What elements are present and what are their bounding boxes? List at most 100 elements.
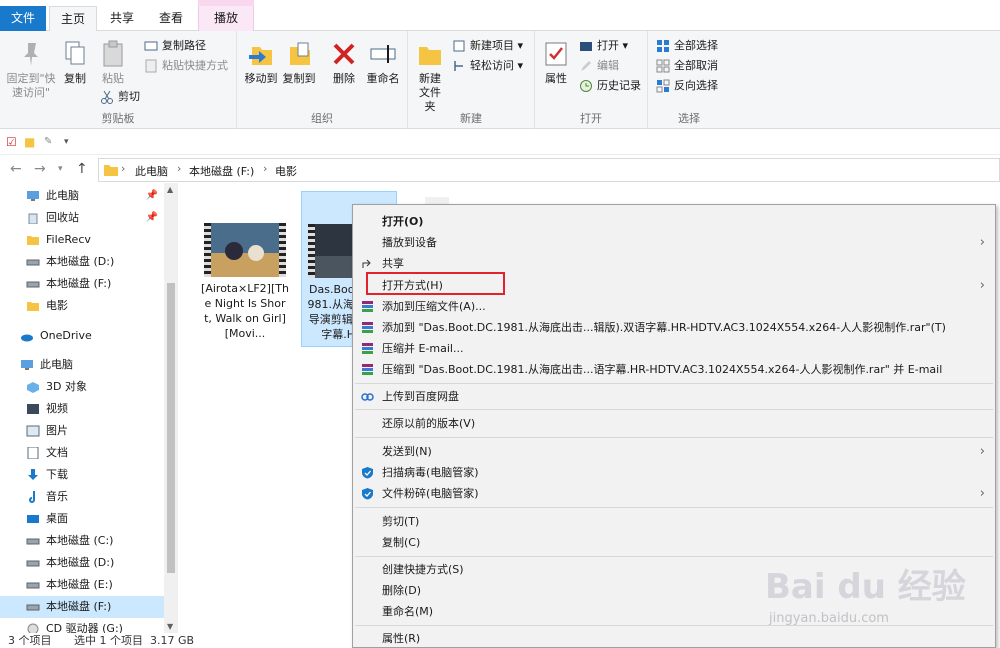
sidebar-item-label: FileRecv [46,233,91,246]
forward-arrow-icon[interactable]: → [34,161,46,177]
menu-item-open[interactable]: 打开(O) [353,211,995,232]
copy-folder-icon [284,39,314,69]
sidebar-item-label: 本地磁盘 (D:) [46,255,115,268]
copy-path-button[interactable]: 复制路径 [144,37,206,55]
file-name: [Airota×LF2][The Night Is Short, Walk on… [201,282,289,340]
back-arrow-icon[interactable]: ← [10,161,22,177]
scissors-icon [100,90,114,104]
menu-item-label: 共享 [382,257,404,270]
copy-to-button[interactable]: 复制到 [281,39,317,86]
edit-button[interactable]: 编辑 [579,57,619,75]
tab-view[interactable]: 查看 [147,6,195,31]
menu-item-restore-previous[interactable]: 还原以前的版本(V) [353,413,995,434]
sidebar-item-label: 文档 [46,446,68,459]
sidebar-item-drive-e[interactable]: 本地磁盘 (E:) [0,574,164,596]
sidebar-item-cd-drive[interactable]: CD 驱动器 (G:) [0,618,164,633]
new-item-button[interactable]: 新建项目 ▾ [452,37,523,55]
sidebar-scrollbar[interactable]: ▲ ▼ [164,183,178,633]
breadcrumb-drive-f[interactable]: 本地磁盘 (F:) [189,163,254,179]
breadcrumb-this-pc[interactable]: 此电脑 [135,163,168,179]
sidebar-item-documents[interactable]: 文档 [0,442,164,464]
paste-button[interactable]: 粘贴 [98,39,128,86]
address-bar[interactable]: › 此电脑 › 本地磁盘 (F:) › 电影 [98,158,1000,182]
rename-button[interactable]: 重命名 [363,39,403,86]
sidebar-item-label: 电影 [46,299,68,312]
pin-icon[interactable]: ✎ [44,136,52,147]
pin-icon[interactable]: 📌 [146,185,158,207]
menu-item-create-shortcut[interactable]: 创建快捷方式(S) [353,559,995,580]
scroll-up-icon[interactable]: ▲ [167,185,173,194]
tab-play[interactable]: 播放 [198,6,254,31]
delete-button[interactable]: 删除 [329,39,359,86]
invert-selection-button[interactable]: 反向选择 [656,77,718,95]
group-label-new: 新建 [460,112,482,125]
sidebar-item-drive-d[interactable]: 本地磁盘 (D:) [0,552,164,574]
tab-file[interactable]: 文件 [0,6,46,31]
sidebar-item-onedrive[interactable]: OneDrive [0,325,164,347]
menu-item-cut[interactable]: 剪切(T) [353,511,995,532]
menu-item-add-to-archive[interactable]: 添加到压缩文件(A)... [353,296,995,317]
properties-button[interactable]: 属性 [541,39,571,86]
sidebar-item-drive-f-quick[interactable]: 本地磁盘 (F:) [0,273,164,295]
sidebar-item-label: 视频 [46,402,68,415]
sidebar-item-filerecv[interactable]: FileRecv [0,229,164,251]
cut-button[interactable]: 剪切 [100,88,140,106]
chevron-down-icon[interactable]: ▾ [64,137,69,147]
open-button[interactable]: 打开 ▾ [579,37,628,55]
move-to-button[interactable]: 移动到 [243,39,279,86]
scroll-down-icon[interactable]: ▼ [167,622,173,631]
rename-label: 重命名 [366,72,400,85]
sidebar-item-this-pc[interactable]: 此电脑 [0,354,164,376]
menu-item-scan-virus[interactable]: 扫描病毒(电脑管家) [353,462,995,483]
menu-item-send-to[interactable]: 发送到(N) › [353,441,995,462]
breadcrumb-movies[interactable]: 电影 [275,163,297,179]
menu-item-properties[interactable]: 属性(R) [353,628,995,648]
sidebar-item-videos[interactable]: 视频 [0,398,164,420]
sidebar-item-drive-d-quick[interactable]: 本地磁盘 (D:) [0,251,164,273]
sidebar-item-this-pc-pinned[interactable]: 此电脑 📌 [0,185,164,207]
menu-item-compress-rar-email[interactable]: 压缩到 "Das.Boot.DC.1981.从海底出击...语字幕.HR-HDT… [353,359,995,380]
menu-item-add-to-rar[interactable]: 添加到 "Das.Boot.DC.1981.从海底出击...辑版).双语字幕.H… [353,317,995,338]
sidebar-item-drive-f[interactable]: 本地磁盘 (F:) [0,596,164,618]
menu-item-label: 添加到压缩文件(A)... [382,300,486,313]
sidebar-item-music[interactable]: 音乐 [0,486,164,508]
history-button[interactable]: 历史记录 [579,77,641,95]
history-label: 历史记录 [597,79,641,92]
new-folder-button[interactable]: 新建 文件夹 [414,39,446,114]
sidebar-item-movies[interactable]: 电影 [0,295,164,317]
group-label-organize: 组织 [311,112,333,125]
menu-item-compress-email[interactable]: 压缩并 E-mail... [353,338,995,359]
menu-item-rename[interactable]: 重命名(M) [353,601,995,622]
menu-item-cast-to-device[interactable]: 播放到设备 › [353,232,995,253]
copy-icon [60,39,90,69]
sidebar-item-pictures[interactable]: 图片 [0,420,164,442]
menu-item-share[interactable]: 共享 [353,253,995,274]
chevron-down-icon[interactable]: ▾ [58,164,63,174]
copy-button[interactable]: 复制 [60,39,90,86]
sidebar-item-3d-objects[interactable]: 3D 对象 [0,376,164,398]
easy-access-button[interactable]: 轻松访问 ▾ [452,57,523,75]
sidebar-item-downloads[interactable]: 下载 [0,464,164,486]
folder-icon[interactable]: ■ [24,135,35,149]
drive-icon [26,259,40,266]
menu-item-copy[interactable]: 复制(C) [353,532,995,553]
menu-item-delete[interactable]: 删除(D) [353,580,995,601]
sidebar-item-recycle-bin[interactable]: 回收站 📌 [0,207,164,229]
menu-item-label: 添加到 "Das.Boot.DC.1981.从海底出击...辑版).双语字幕.H… [382,321,946,334]
up-arrow-icon[interactable]: ↑ [76,161,88,177]
tab-share[interactable]: 共享 [100,6,144,31]
select-all-button[interactable]: 全部选择 [656,37,718,55]
pin-quick-access-button[interactable]: 固定到"快 速访问" [4,39,58,100]
paste-shortcut-button[interactable]: 粘贴快捷方式 [144,57,228,75]
sidebar-item-drive-c[interactable]: 本地磁盘 (C:) [0,530,164,552]
properties-check-icon[interactable]: ☑ [6,135,17,149]
pin-icon[interactable]: 📌 [146,207,158,229]
file-item[interactable]: [Airota×LF2][The Night Is Short, Walk on… [197,191,293,347]
menu-item-upload-baidu[interactable]: 上传到百度网盘 [353,386,995,407]
sidebar-item-desktop[interactable]: 桌面 [0,508,164,530]
scrollbar-thumb[interactable] [167,283,175,573]
select-none-button[interactable]: 全部取消 [656,57,718,75]
menu-item-label: 上传到百度网盘 [382,390,459,403]
tab-home[interactable]: 主页 [49,6,97,32]
menu-item-shred-file[interactable]: 文件粉碎(电脑管家) › [353,483,995,504]
